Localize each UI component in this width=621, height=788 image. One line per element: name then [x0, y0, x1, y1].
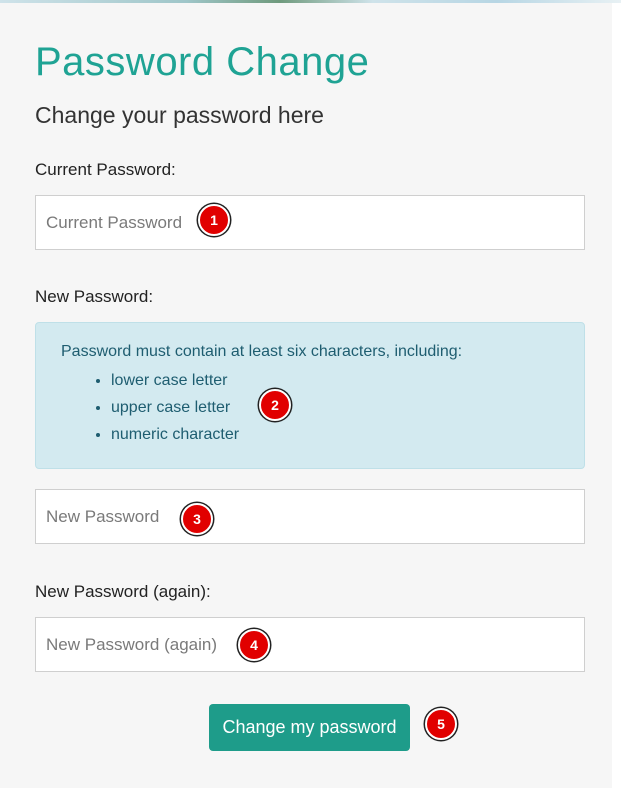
annotation-marker-3: 3	[181, 503, 213, 535]
page-title: Password Change	[35, 40, 370, 84]
new-password-again-input[interactable]	[35, 617, 585, 672]
annotation-marker-2: 2	[259, 389, 291, 421]
annotation-marker-1: 1	[198, 204, 230, 236]
requirements-list: lower case letter upper case letter nume…	[61, 367, 559, 448]
requirement-item: numeric character	[111, 421, 559, 448]
page-subtitle: Change your password here	[35, 102, 324, 128]
current-password-input[interactable]	[35, 195, 585, 250]
new-password-input[interactable]	[35, 489, 585, 544]
requirements-intro: Password must contain at least six chara…	[61, 343, 463, 360]
annotation-marker-4: 4	[238, 629, 270, 661]
new-password-again-label: New Password (again):	[35, 582, 211, 601]
new-password-label: New Password:	[35, 287, 154, 306]
current-password-label: Current Password:	[35, 160, 176, 179]
requirement-item: lower case letter	[111, 367, 559, 394]
annotation-marker-5: 5	[425, 708, 457, 740]
change-password-button[interactable]: Change my password	[209, 704, 410, 751]
password-requirements-box: Password must contain at least six chara…	[35, 322, 585, 469]
requirement-item: upper case letter	[111, 394, 559, 421]
